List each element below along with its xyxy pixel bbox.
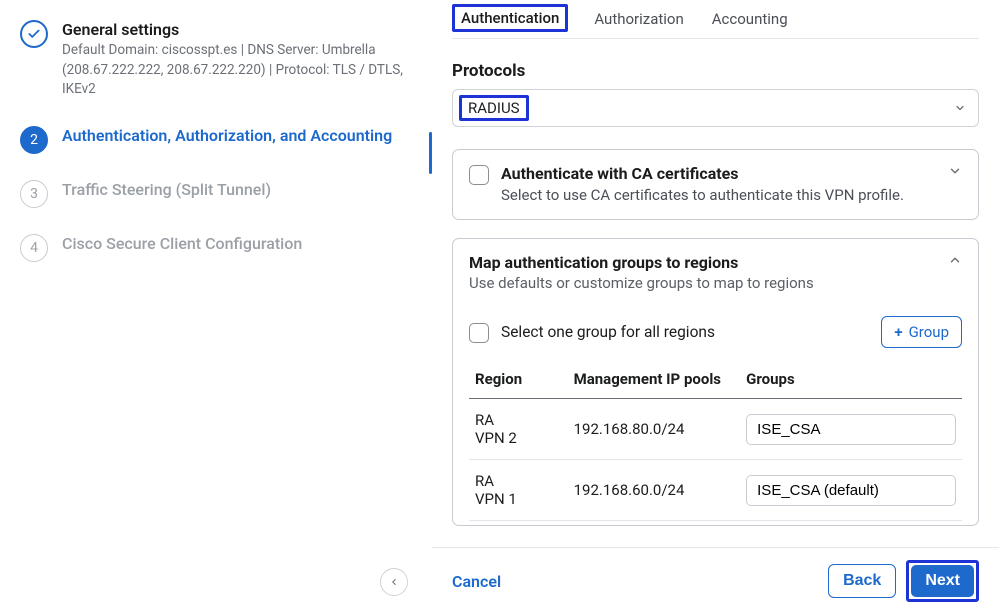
table-row: RA VPN 1 192.168.60.0/24 (469, 460, 962, 521)
tab-accounting[interactable]: Accounting (710, 4, 790, 38)
group-input[interactable] (746, 414, 956, 445)
step-title: General settings (62, 20, 418, 39)
step-secure-client[interactable]: 4 Cisco Secure Client Configuration (16, 228, 422, 282)
step-subtitle: Default Domain: ciscosspt.es | DNS Serve… (62, 41, 418, 100)
next-button[interactable]: Next (911, 565, 974, 597)
ca-cert-panel: Authenticate with CA certificates Select… (452, 149, 979, 220)
step-general-settings[interactable]: General settings Default Domain: ciscoss… (16, 14, 422, 120)
back-button[interactable]: Back (828, 564, 896, 598)
col-pools: Management IP pools (568, 362, 741, 399)
step-number-badge: 2 (20, 126, 48, 154)
cancel-button[interactable]: Cancel (452, 572, 501, 591)
ca-cert-checkbox[interactable] (469, 165, 489, 185)
step-aaa[interactable]: 2 Authentication, Authorization, and Acc… (16, 120, 422, 174)
tab-authorization[interactable]: Authorization (592, 4, 685, 38)
select-all-regions-checkbox[interactable] (469, 323, 489, 343)
map-groups-subtitle: Use defaults or customize groups to map … (469, 274, 948, 292)
step-title: Cisco Secure Client Configuration (62, 234, 418, 253)
region-name-l2: VPN 1 (475, 490, 517, 508)
protocols-label: Protocols (452, 61, 979, 81)
select-all-regions-label: Select one group for all regions (501, 323, 715, 341)
plus-icon: + (894, 323, 902, 341)
chevron-down-icon (954, 102, 966, 114)
pool-cell: 192.168.60.0/24 (568, 460, 741, 521)
region-name-l2: VPN 2 (475, 429, 517, 447)
wizard-footer: Cancel Back Next (432, 547, 999, 614)
next-highlight: Next (906, 560, 979, 602)
collapse-map-panel[interactable] (948, 253, 962, 271)
add-group-button[interactable]: + Group (881, 316, 962, 348)
map-groups-title: Map authentication groups to regions (469, 253, 948, 272)
chevron-up-icon (948, 253, 962, 267)
expand-ca-panel[interactable] (948, 164, 962, 182)
regions-table: Region Management IP pools Groups RA VPN… (469, 362, 962, 521)
region-name-l1: RA (475, 411, 494, 429)
group-input[interactable] (746, 475, 956, 506)
step-title: Authentication, Authorization, and Accou… (62, 126, 418, 145)
ca-cert-title: Authenticate with CA certificates (501, 164, 936, 183)
aaa-tabs: Authentication Authorization Accounting (452, 0, 979, 39)
tab-authentication[interactable]: Authentication (452, 4, 568, 32)
check-icon (20, 20, 48, 48)
step-number-badge: 3 (20, 180, 48, 208)
step-number-badge: 4 (20, 234, 48, 262)
region-name-l1: RA (475, 472, 494, 490)
map-groups-panel: Map authentication groups to regions Use… (452, 238, 979, 526)
step-traffic-steering[interactable]: 3 Traffic Steering (Split Tunnel) (16, 174, 422, 228)
col-region: Region (469, 362, 568, 399)
protocols-value: RADIUS (459, 95, 529, 121)
chevron-left-icon (389, 577, 399, 587)
col-groups: Groups (740, 362, 962, 399)
chevron-down-icon (948, 164, 962, 178)
table-row: RA VPN 2 192.168.80.0/24 (469, 399, 962, 460)
step-title: Traffic Steering (Split Tunnel) (62, 180, 418, 199)
collapse-sidebar-button[interactable] (380, 568, 408, 596)
ca-cert-subtitle: Select to use CA certificates to authent… (501, 185, 936, 205)
pool-cell: 192.168.80.0/24 (568, 399, 741, 460)
add-group-label: Group (909, 323, 949, 341)
protocols-select[interactable]: RADIUS (452, 89, 979, 127)
